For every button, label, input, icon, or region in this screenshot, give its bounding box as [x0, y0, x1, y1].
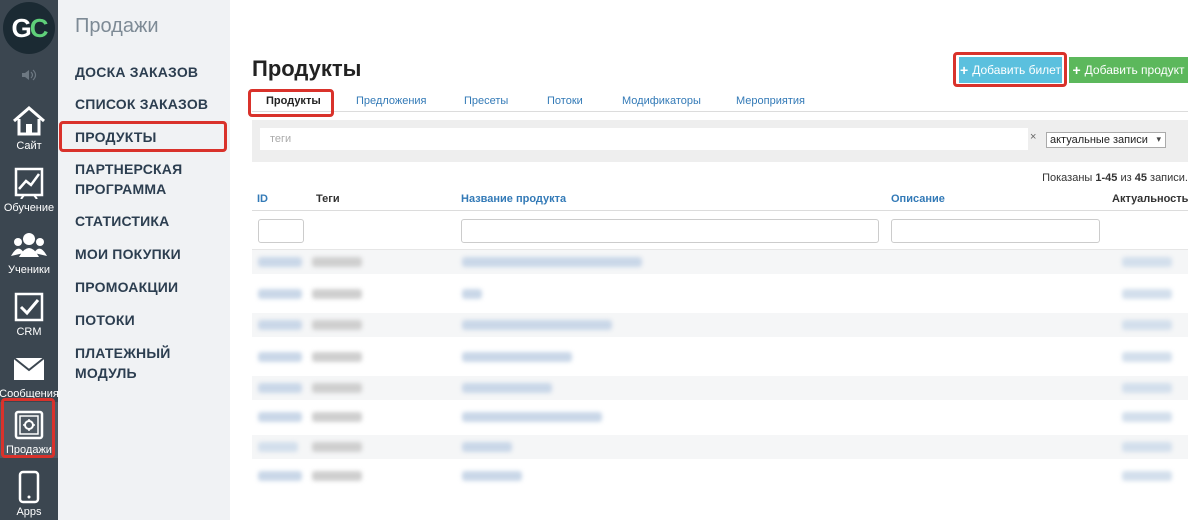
phone-icon — [18, 468, 40, 506]
menu-item-streams[interactable]: ПОТОКИ — [75, 310, 135, 330]
safe-icon — [14, 406, 44, 444]
status-select[interactable]: актуальные записи ▾ — [1046, 132, 1166, 148]
menu-item-partner-program[interactable]: ПАРТНЕРСКАЯ ПРОГРАММА — [75, 159, 215, 199]
tab-products[interactable]: Продукты — [266, 95, 321, 107]
rail-item-students[interactable]: Ученики — [0, 222, 58, 284]
table-row[interactable] — [252, 282, 1188, 306]
volume-icon[interactable] — [0, 62, 58, 88]
table-header-divider — [252, 210, 1188, 211]
col-header-id[interactable]: ID — [257, 193, 268, 205]
col-header-description[interactable]: Описание — [891, 193, 945, 205]
tab-presets[interactable]: Пресеты — [464, 95, 508, 107]
tab-modifiers[interactable]: Модификаторы — [622, 95, 701, 107]
table-row[interactable] — [252, 435, 1188, 459]
rail-item-crm[interactable]: CRM — [0, 284, 58, 346]
table-row[interactable] — [252, 376, 1188, 400]
tab-offers[interactable]: Предложения — [356, 95, 427, 107]
envelope-icon — [13, 350, 45, 388]
plus-icon: + — [1072, 62, 1081, 78]
col-header-actual: Актуальность — [1112, 193, 1189, 205]
col-header-name[interactable]: Название продукта — [461, 193, 566, 205]
status-select-value: актуальные записи — [1050, 134, 1148, 146]
tags-input[interactable] — [260, 128, 1028, 150]
table-row[interactable] — [252, 250, 1188, 274]
gc-logo[interactable]: GC — [3, 2, 55, 54]
checkbox-icon — [14, 288, 44, 326]
menu-item-products[interactable]: ПРОДУКТЫ — [75, 127, 157, 147]
name-filter-input[interactable] — [461, 219, 879, 243]
icon-rail: GC Сайт Обучение Ученики CRM Сообщения П… — [0, 0, 59, 520]
users-icon — [11, 226, 47, 264]
add-ticket-button[interactable]: + Добавить билет — [959, 57, 1062, 83]
plus-icon: + — [960, 62, 969, 78]
add-product-button[interactable]: + Добавить продукт — [1069, 57, 1188, 83]
table-row[interactable] — [252, 405, 1188, 429]
menu-item-payment-module[interactable]: ПЛАТЕЖНЫЙ МОДУЛЬ — [75, 343, 230, 383]
menu-item-statistics[interactable]: СТАТИСТИКА — [75, 211, 170, 231]
rail-item-learning[interactable]: Обучение — [0, 160, 58, 222]
section-title: Продажи — [75, 15, 159, 37]
chevron-down-icon: ▾ — [1156, 134, 1161, 144]
menu-item-orders-board[interactable]: ДОСКА ЗАКАЗОВ — [75, 62, 198, 82]
filter-bar: × актуальные записи ▾ — [252, 120, 1188, 162]
clear-icon[interactable]: × — [1030, 131, 1036, 143]
tab-streams[interactable]: Потоки — [547, 95, 583, 107]
rail-item-site[interactable]: Сайт — [0, 98, 58, 160]
rail-item-apps[interactable]: Apps — [0, 464, 58, 526]
table-row[interactable] — [252, 345, 1188, 369]
description-filter-input[interactable] — [891, 219, 1100, 243]
tab-events[interactable]: Мероприятия — [736, 95, 805, 107]
table-row[interactable] — [252, 464, 1188, 488]
chart-icon — [14, 164, 44, 202]
table-row[interactable] — [252, 313, 1188, 337]
col-header-tags: Теги — [316, 193, 340, 205]
rail-item-sales[interactable]: Продажи — [0, 402, 58, 458]
menu-item-orders-list[interactable]: СПИСОК ЗАКАЗОВ — [75, 94, 208, 114]
rail-item-messages[interactable]: Сообщения — [0, 346, 59, 408]
section-menu: Продажи ДОСКА ЗАКАЗОВ СПИСОК ЗАКАЗОВ ПРО… — [58, 0, 230, 520]
menu-item-promotions[interactable]: ПРОМОАКЦИИ — [75, 277, 178, 297]
home-icon — [12, 102, 46, 140]
tab-bar: Продукты Предложения Пресеты Потоки Моди… — [252, 90, 1188, 112]
menu-item-my-purchases[interactable]: МОИ ПОКУПКИ — [75, 244, 181, 264]
page-title: Продукты — [252, 56, 362, 81]
id-filter-input[interactable] — [258, 219, 304, 243]
records-summary: Показаны 1-45 из 45 записи. — [1042, 172, 1188, 184]
